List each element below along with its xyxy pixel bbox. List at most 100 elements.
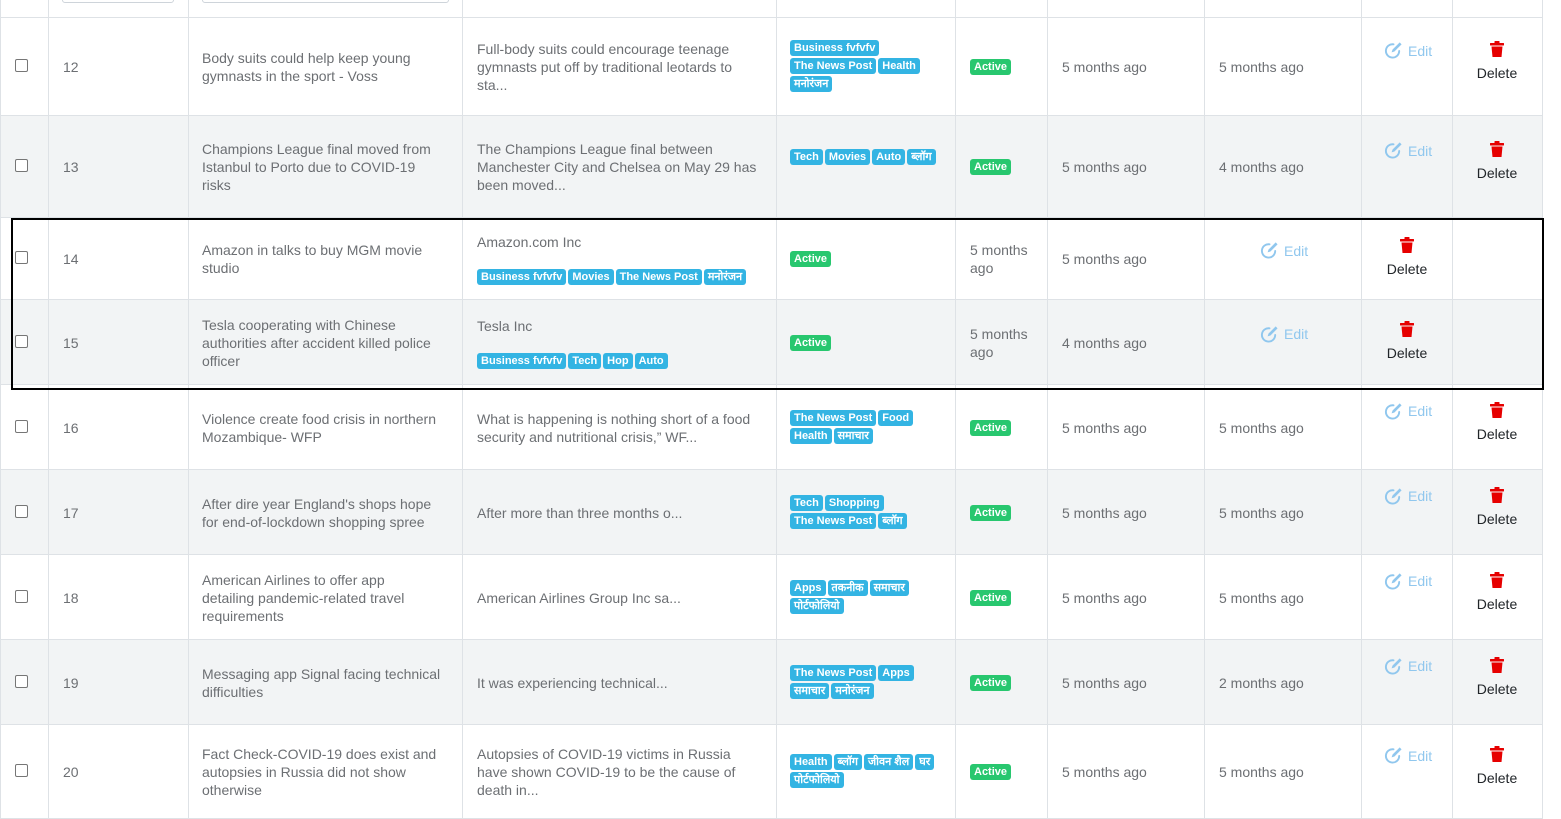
row-checkbox[interactable] — [15, 674, 28, 688]
post-title-line: After dire year England's shops hope — [202, 495, 432, 512]
category-tag: Auto — [872, 149, 906, 165]
row-id: 12 — [63, 59, 79, 75]
delete-button[interactable]: Delete — [1467, 746, 1527, 786]
edit-button[interactable]: Edit — [1384, 657, 1432, 676]
post-title-line: authorities after accident killed police — [202, 334, 431, 351]
updated-date: 4 months ago — [1062, 334, 1147, 351]
edit-button[interactable]: Edit — [1260, 241, 1308, 260]
tag-list: Business fvfvfv Tech Hop Auto — [477, 352, 772, 369]
table-cell — [1362, 116, 1453, 217]
category-tag: The News Post — [790, 664, 877, 681]
post-title-line: Tesla cooperating with Chinese — [202, 316, 396, 333]
table-cell — [1362, 18, 1453, 115]
edit-button[interactable]: Edit — [1384, 572, 1432, 591]
category-tag: घर — [915, 754, 935, 770]
edit-button[interactable]: Edit — [1384, 41, 1432, 60]
post-title: After dire year England's shops hope for … — [202, 495, 457, 531]
tag-list: The News Post Apps समाचार मनोरंजन — [790, 664, 950, 699]
status-badge: Active — [790, 334, 832, 351]
row-id: 19 — [63, 674, 79, 691]
table-cell — [463, 218, 777, 299]
post-summary-line: Autopsies of COVID-19 victims in Russia — [477, 746, 731, 762]
category-tag: Food — [878, 409, 914, 426]
delete-button[interactable]: Delete — [1467, 141, 1527, 181]
row-checkbox[interactable] — [15, 159, 28, 172]
edit-icon — [1384, 142, 1402, 159]
delete-button[interactable]: Delete — [1467, 486, 1527, 527]
post-title-line: for end-of-lockdown shopping spree — [202, 513, 425, 530]
edit-icon — [1384, 487, 1402, 504]
category-tag: मनोरंजन — [703, 269, 747, 285]
delete-label: Delete — [1476, 680, 1518, 697]
post-summary-line: gymnasts put off by traditional leotards… — [477, 59, 732, 75]
trash-icon — [1490, 656, 1504, 673]
trash-icon — [1490, 571, 1504, 588]
created-date: 5 months ago — [1062, 504, 1147, 521]
edit-button[interactable]: Edit — [1384, 487, 1432, 506]
table-row: 18 American Airlines to offer app detailin… — [0, 555, 1543, 640]
post-title-line: Messaging app Signal facing technical — [202, 665, 441, 682]
post-summary: American Airlines Group Inc sa... — [477, 589, 772, 607]
tag-list: Business fvfvfv Movies The News Post मनोरंज… — [477, 269, 772, 285]
tag-list: Health ब्लॉग जीवन शैल घर पोर्टफोलियो — [790, 754, 950, 788]
row-checkbox[interactable] — [15, 764, 28, 777]
post-summary-line: sta... — [477, 77, 508, 93]
updated-date: 5 months ago — [1219, 504, 1304, 521]
table-row: 16 Violence create food crisis in norther… — [0, 385, 1543, 470]
category-tag: समाचार — [790, 682, 830, 699]
post-title: Fact Check-COVID-19 does exist and autops… — [202, 745, 457, 799]
created-date-line: 5 months — [970, 325, 1028, 342]
row-checkbox[interactable] — [15, 59, 28, 72]
category-tag: Business fvfvfv — [477, 269, 567, 285]
edit-label: Edit — [1284, 326, 1309, 342]
status-badge: Active — [970, 589, 1012, 606]
category-tag: मनोरंजन — [831, 682, 874, 699]
edit-label: Edit — [1408, 42, 1433, 59]
table-row: 20 Fact Check-COVID-19 does exist and auto… — [0, 725, 1543, 819]
edit-button[interactable]: Edit — [1260, 325, 1308, 344]
post-title-line: difficulties — [202, 683, 264, 700]
delete-button[interactable]: Delete — [1467, 401, 1527, 442]
post-summary-line: Manchester City and Chelsea on May 29 ha… — [477, 159, 757, 175]
delete-label: Delete — [1476, 595, 1518, 612]
table-cell — [463, 300, 777, 384]
edit-button[interactable]: Edit — [1384, 746, 1432, 765]
table-row: 13 Champions League final moved from Istan… — [0, 116, 1543, 218]
updated-date: 5 months ago — [1219, 764, 1304, 780]
post-title-line: Violence create food crisis in northern — [202, 410, 436, 427]
created-date-line: 5 months — [970, 242, 1028, 258]
post-title-line: autopsies in Russia did not show — [202, 764, 406, 780]
delete-label: Delete — [1476, 65, 1518, 81]
category-tag: Hop — [603, 352, 633, 369]
delete-label: Delete — [1386, 344, 1428, 361]
delete-button[interactable]: Delete — [1377, 320, 1437, 361]
post-summary-line: death in... — [477, 782, 539, 798]
row-checkbox[interactable] — [15, 504, 28, 518]
post-title-line: American Airlines to offer app — [202, 571, 385, 588]
category-tag: Business fvfvfv — [790, 40, 880, 56]
category-tag: Health — [878, 58, 920, 74]
edit-button[interactable]: Edit — [1384, 402, 1432, 421]
category-tag: ब्लॉग — [833, 754, 862, 770]
delete-button[interactable]: Delete — [1467, 656, 1527, 697]
table-row: 12 Body suits could help keep young gymnas… — [0, 18, 1543, 116]
delete-button[interactable]: Delete — [1467, 41, 1527, 81]
delete-button[interactable]: Delete — [1377, 237, 1437, 277]
row-checkbox[interactable] — [15, 589, 28, 603]
category-tag: Tech — [790, 149, 823, 165]
edit-button[interactable]: Edit — [1384, 141, 1432, 160]
post-title: Body suits could help keep young gymnasts… — [202, 49, 457, 85]
post-summary-line: security and nutritional crisis,” WF... — [477, 428, 698, 445]
post-summary: What is happening is nothing short of a … — [477, 410, 772, 446]
tag-list: Business fvfvfv The News Post Health मनोरंज… — [790, 40, 950, 92]
tag-list: Apps तकनीक समाचार पोर्टफोलियो — [790, 579, 950, 614]
post-summary-line: Full-body suits could encourage teenage — [477, 41, 730, 57]
post-summary-line: Amazon.com Inc — [477, 234, 582, 250]
trash-icon — [1490, 486, 1504, 503]
row-checkbox[interactable] — [15, 251, 28, 264]
row-checkbox[interactable] — [15, 419, 28, 433]
category-tag: समाचार — [869, 579, 909, 596]
delete-button[interactable]: Delete — [1467, 571, 1527, 612]
row-checkbox[interactable] — [15, 334, 28, 348]
status-badge: Active — [790, 251, 832, 267]
